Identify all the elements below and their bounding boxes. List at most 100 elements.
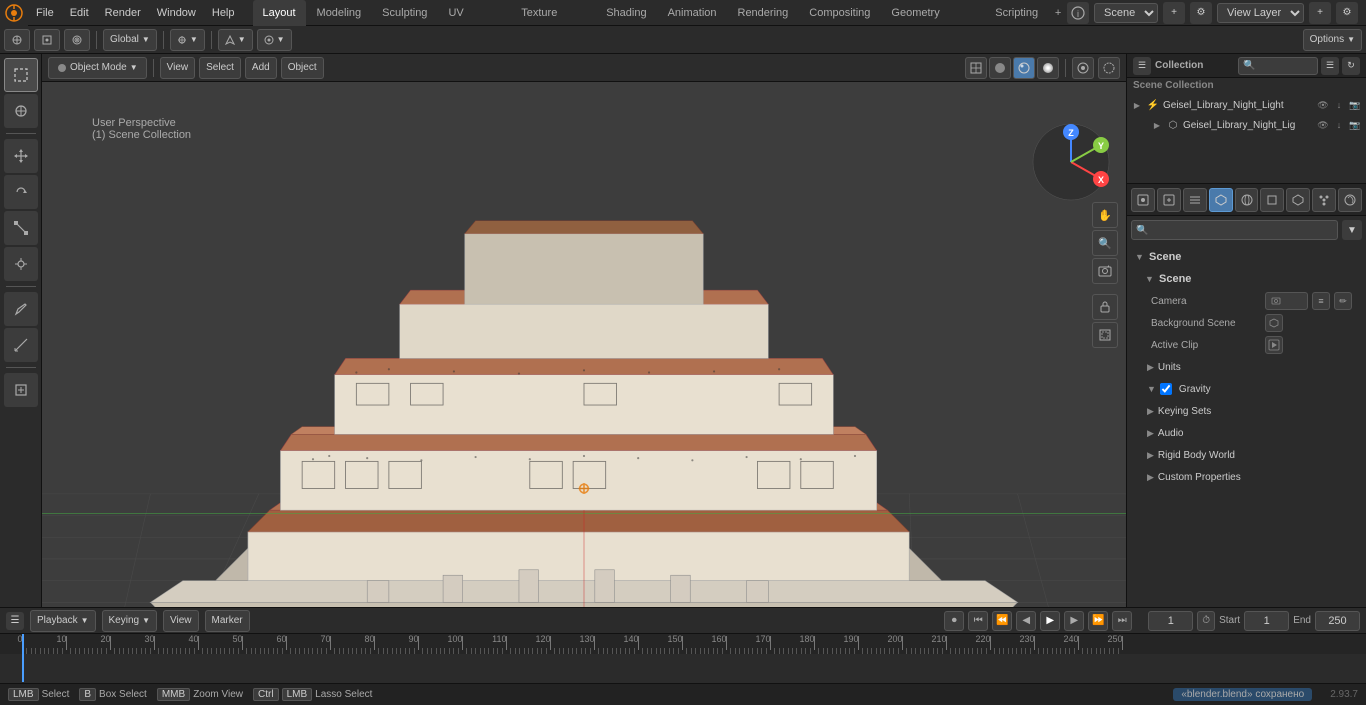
keying-btn[interactable]: Keying ▼ bbox=[102, 610, 158, 632]
render-icon-1[interactable]: 📷 bbox=[1348, 118, 1362, 132]
overlays-btn[interactable] bbox=[1072, 57, 1094, 79]
audio-collapse[interactable]: ▶ Audio bbox=[1131, 422, 1362, 444]
tab-texture-paint[interactable]: Texture Paint bbox=[511, 0, 595, 26]
outliner-item-1[interactable]: ▶ ⬡ Geisel_Library_Night_Lig 👁 ↓ 📷 bbox=[1127, 115, 1366, 135]
timeline-menu-icon[interactable]: ☰ bbox=[6, 612, 24, 630]
outliner-menu-icon[interactable]: ☰ bbox=[1133, 57, 1151, 75]
modifier-props-btn[interactable] bbox=[1286, 188, 1310, 212]
play-btn[interactable]: ▶ bbox=[1040, 611, 1060, 631]
camera-browse-icon[interactable]: ≡ bbox=[1312, 292, 1330, 310]
shading-wireframe-btn[interactable] bbox=[965, 57, 987, 79]
move-tool-btn[interactable] bbox=[4, 139, 38, 173]
units-collapse[interactable]: ▶ Units bbox=[1131, 356, 1362, 378]
viewport-canvas[interactable]: User Perspective (1) Scene Collection Z … bbox=[42, 82, 1126, 607]
transform-cursor-btn[interactable] bbox=[4, 29, 30, 51]
add-cube-btn[interactable] bbox=[4, 373, 38, 407]
shading-rendered-btn[interactable] bbox=[1037, 57, 1059, 79]
view-layer-add-icon[interactable]: + bbox=[1309, 2, 1331, 24]
cursor-tool-btn[interactable] bbox=[4, 94, 38, 128]
options-btn[interactable]: Options ▼ bbox=[1303, 29, 1362, 51]
view-layer-props-btn[interactable] bbox=[1183, 188, 1207, 212]
outliner-filter-icon[interactable]: ☰ bbox=[1321, 57, 1339, 75]
object-props-btn[interactable] bbox=[1260, 188, 1284, 212]
tab-modeling[interactable]: Modeling bbox=[307, 0, 372, 26]
scene-selector[interactable]: Scene bbox=[1094, 3, 1158, 23]
step-forward-btn[interactable]: ⏩ bbox=[1088, 611, 1108, 631]
menu-window[interactable]: Window bbox=[149, 0, 204, 26]
select-tool-btn[interactable] bbox=[4, 58, 38, 92]
record-btn[interactable]: ⏺ bbox=[944, 611, 964, 631]
background-scene-icon[interactable] bbox=[1265, 314, 1283, 332]
menu-help[interactable]: Help bbox=[204, 0, 243, 26]
scene-settings-icon[interactable]: ⚙ bbox=[1190, 2, 1212, 24]
jump-end-btn[interactable]: ⏭ bbox=[1112, 611, 1132, 631]
tab-shading[interactable]: Shading bbox=[596, 0, 656, 26]
viewport-view-menu[interactable]: View bbox=[160, 57, 196, 79]
viewport-zoom-btn[interactable]: 🔍 bbox=[1092, 230, 1118, 256]
active-clip-icon[interactable] bbox=[1265, 336, 1283, 354]
scene-props-btn[interactable] bbox=[1209, 188, 1233, 212]
world-props-btn[interactable] bbox=[1235, 188, 1259, 212]
view-layer-settings-icon[interactable]: ⚙ bbox=[1336, 2, 1358, 24]
timeline-track[interactable] bbox=[0, 654, 1366, 682]
rigid-body-world-collapse[interactable]: ▶ Rigid Body World bbox=[1131, 444, 1362, 466]
marker-btn[interactable]: Marker bbox=[205, 610, 250, 632]
pivot-btn[interactable]: ▼ bbox=[170, 29, 205, 51]
step-back-frame-btn[interactable]: ◀ bbox=[1016, 611, 1036, 631]
scene-section-header[interactable]: ▼ Scene bbox=[1131, 246, 1362, 268]
proportional-btn[interactable] bbox=[64, 29, 90, 51]
render-props-btn[interactable] bbox=[1131, 188, 1155, 212]
tab-geometry-nodes[interactable]: Geometry Nodes bbox=[881, 0, 984, 26]
outliner-sync-icon[interactable]: ↻ bbox=[1342, 57, 1360, 75]
viewport-camera-btn[interactable] bbox=[1092, 258, 1118, 284]
gravity-checkbox[interactable] bbox=[1160, 383, 1172, 395]
tab-compositing[interactable]: Compositing bbox=[799, 0, 880, 26]
object-mode-btn[interactable]: Object Mode ▼ bbox=[48, 57, 147, 79]
start-frame-input[interactable] bbox=[1244, 611, 1289, 631]
shading-solid-btn[interactable] bbox=[989, 57, 1011, 79]
physics-props-btn[interactable] bbox=[1338, 188, 1362, 212]
shading-material-btn[interactable] bbox=[1013, 57, 1035, 79]
expand-icon-0[interactable]: ▶ bbox=[1131, 99, 1143, 111]
step-forward-frame-btn[interactable]: ▶ bbox=[1064, 611, 1084, 631]
custom-properties-collapse[interactable]: ▶ Custom Properties bbox=[1131, 466, 1362, 488]
render-icon-0[interactable]: 📷 bbox=[1348, 98, 1362, 112]
prop-search-input[interactable] bbox=[1131, 220, 1338, 240]
step-back-btn[interactable]: ⏪ bbox=[992, 611, 1012, 631]
scene-sub-header[interactable]: ▼ Scene bbox=[1141, 268, 1362, 290]
measure-tool-btn[interactable] bbox=[4, 328, 38, 362]
end-frame-input[interactable] bbox=[1315, 611, 1360, 631]
menu-edit[interactable]: Edit bbox=[62, 0, 97, 26]
transform-tool-btn[interactable] bbox=[4, 247, 38, 281]
menu-file[interactable]: File bbox=[28, 0, 62, 26]
visibility-icon-0[interactable]: 👁 bbox=[1316, 98, 1330, 112]
timeline-ruler[interactable]: 0102030405060708090100110120130140150160… bbox=[0, 634, 1366, 654]
proportional-connected-btn[interactable]: ▼ bbox=[257, 29, 292, 51]
viewport-render-region-btn[interactable] bbox=[1092, 322, 1118, 348]
tab-uv-editing[interactable]: UV Editing bbox=[438, 0, 510, 26]
output-props-btn[interactable] bbox=[1157, 188, 1181, 212]
viewport-area[interactable]: Object Mode ▼ View Select Add Object bbox=[42, 54, 1126, 607]
snap-btn[interactable] bbox=[34, 29, 60, 51]
viewport-lock-btn[interactable] bbox=[1092, 294, 1118, 320]
outliner-search[interactable] bbox=[1238, 57, 1318, 75]
gravity-collapse[interactable]: ▼ Gravity bbox=[1131, 378, 1362, 400]
current-frame-input[interactable] bbox=[1148, 611, 1193, 631]
viewport-object-menu[interactable]: Object bbox=[281, 57, 324, 79]
select-icon-1[interactable]: ↓ bbox=[1332, 118, 1346, 132]
snap-toggle-btn[interactable]: ▼ bbox=[218, 29, 253, 51]
tab-add[interactable]: + bbox=[1049, 0, 1067, 26]
tab-animation[interactable]: Animation bbox=[658, 0, 727, 26]
viewport-select-menu[interactable]: Select bbox=[199, 57, 241, 79]
keying-sets-collapse[interactable]: ▶ Keying Sets bbox=[1131, 400, 1362, 422]
prop-options-icon[interactable]: ▼ bbox=[1342, 220, 1362, 240]
select-icon-0[interactable]: ↓ bbox=[1332, 98, 1346, 112]
outliner-item-0[interactable]: ▶ ⚡ Geisel_Library_Night_Light 👁 ↓ 📷 bbox=[1127, 95, 1366, 115]
view-btn[interactable]: View bbox=[163, 610, 199, 632]
xray-btn[interactable] bbox=[1098, 57, 1120, 79]
tab-sculpting[interactable]: Sculpting bbox=[372, 0, 437, 26]
scale-tool-btn[interactable] bbox=[4, 211, 38, 245]
camera-edit-icon[interactable]: ✏ bbox=[1334, 292, 1352, 310]
viewport-gizmo[interactable]: Z X Y bbox=[1026, 117, 1116, 207]
tab-scripting[interactable]: Scripting bbox=[985, 0, 1048, 26]
